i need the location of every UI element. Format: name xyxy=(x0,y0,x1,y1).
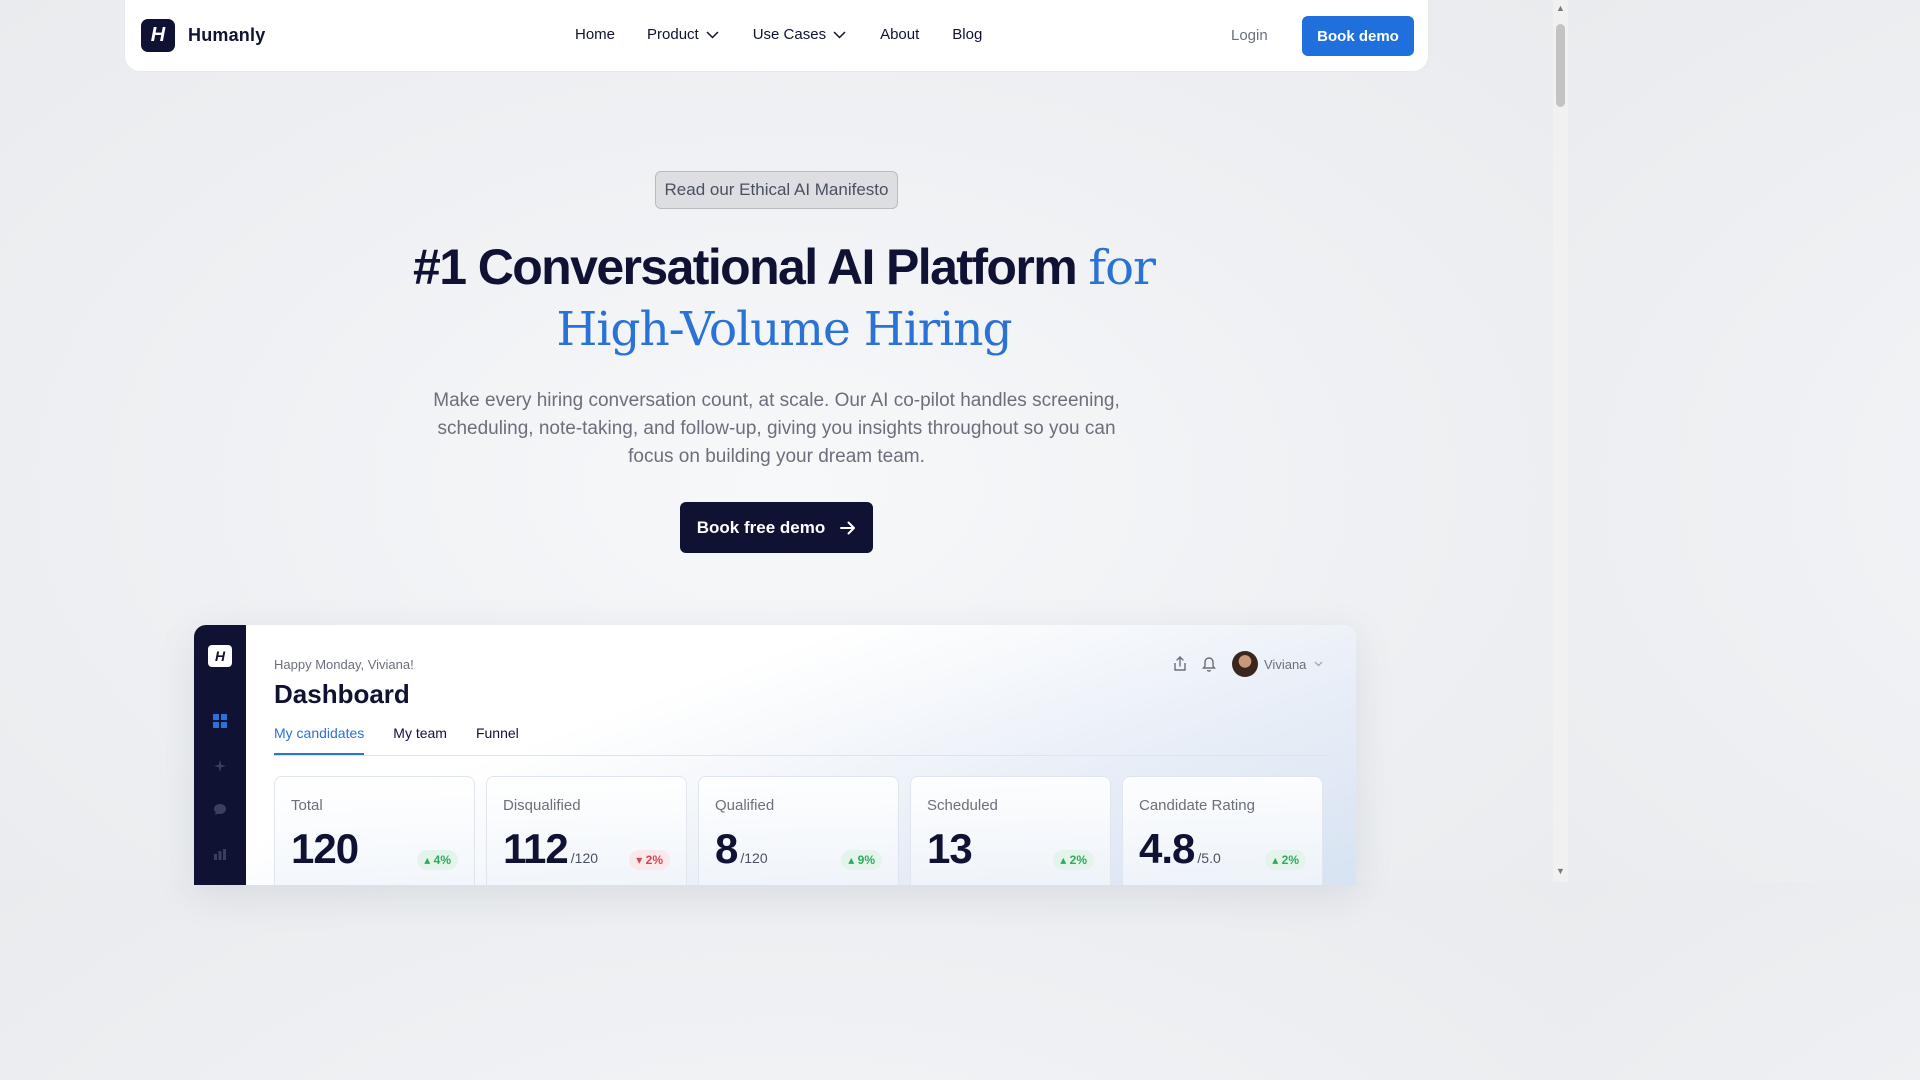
tab-my-team[interactable]: My team xyxy=(393,725,447,755)
stat-delta-badge: ▾ 2% xyxy=(629,850,670,870)
nav-home-link[interactable]: Home xyxy=(575,26,615,43)
stat-card-label: Candidate Rating xyxy=(1139,797,1255,814)
dashboard-tabs: My candidates My team Funnel xyxy=(274,725,548,755)
top-navbar: H Humanly Home Product Use Cases About B… xyxy=(124,0,1429,72)
stat-card-value: 120 xyxy=(291,825,359,872)
hero-headline-line1: #1 Conversational AI Platform for xyxy=(300,238,1268,296)
stat-card-value: 8/120 xyxy=(715,825,768,872)
stat-delta-badge: ▴ 2% xyxy=(1265,850,1306,870)
user-avatar[interactable] xyxy=(1232,651,1258,677)
stat-delta-badge: ▴ 2% xyxy=(1053,850,1094,870)
grid-icon[interactable] xyxy=(212,713,228,729)
scroll-up-arrow-icon[interactable]: ▲ xyxy=(1556,3,1565,13)
page-scrollbar[interactable]: ▲ ▼ xyxy=(1553,0,1568,882)
dashboard-logo-icon: H xyxy=(208,645,232,667)
chat-bubble-icon[interactable] xyxy=(212,802,228,818)
scroll-down-arrow-icon[interactable]: ▼ xyxy=(1556,866,1565,876)
nav-links: Home Product Use Cases About Blog xyxy=(575,26,982,43)
stat-card-value: 112/120 xyxy=(503,825,599,872)
humanly-logo-icon: H xyxy=(141,19,175,52)
bell-icon[interactable] xyxy=(1200,655,1218,673)
dashboard-preview: H Happy Monday, Viviana! Dashboard My ca… xyxy=(194,625,1356,885)
stat-card-qualified: Qualified 8/120 ▴ 9% xyxy=(698,776,899,885)
stat-card-label: Disqualified xyxy=(503,797,581,814)
brand-logo-link[interactable]: H Humanly xyxy=(141,19,265,52)
scrollbar-thumb[interactable] xyxy=(1556,24,1565,107)
stat-delta-badge: ▴ 9% xyxy=(841,850,882,870)
nav-use-cases-dropdown[interactable]: Use Cases xyxy=(753,26,846,43)
brand-name: Humanly xyxy=(188,25,266,45)
tab-my-candidates[interactable]: My candidates xyxy=(274,725,365,755)
stat-card-disqualified: Disqualified 112/120 ▾ 2% xyxy=(486,776,687,885)
bar-chart-icon[interactable] xyxy=(212,846,228,862)
stat-card-value: 4.8/5.0 xyxy=(1139,825,1221,872)
sparkle-icon[interactable] xyxy=(212,758,228,774)
tab-divider xyxy=(274,755,1328,756)
hero-headline-accent: for xyxy=(1088,240,1156,296)
nav-blog-label: Blog xyxy=(952,26,983,43)
dashboard-greeting: Happy Monday, Viviana! xyxy=(274,657,414,672)
cta-label: Book free demo xyxy=(696,517,826,537)
stat-card-candidate-rating: Candidate Rating 4.8/5.0 ▴ 2% xyxy=(1122,776,1323,885)
nav-blog-link[interactable]: Blog xyxy=(952,26,982,43)
chevron-down-icon xyxy=(706,30,719,39)
dashboard-sidebar: H xyxy=(194,625,246,885)
stat-card-label: Qualified xyxy=(715,797,775,814)
hero-headline-line2: High-Volume Hiring xyxy=(556,302,1012,357)
stat-card-total: Total 120 ▴ 4% xyxy=(274,776,475,885)
nav-about-link[interactable]: About xyxy=(880,26,919,43)
stat-cards: Total 120 ▴ 4% Disqualified 112/120 ▾ 2%… xyxy=(274,776,1334,885)
stat-card-label: Scheduled xyxy=(927,797,998,814)
arrow-right-icon xyxy=(840,521,856,534)
share-icon[interactable] xyxy=(1171,655,1189,673)
chevron-down-icon xyxy=(833,30,846,39)
hero-subtext: Make every hiring conversation count, at… xyxy=(433,390,1120,467)
stat-card-scheduled: Scheduled 13 ▴ 2% xyxy=(910,776,1111,885)
stat-card-label: Total xyxy=(291,797,323,814)
ethical-ai-manifesto-button[interactable]: Read our Ethical AI Manifesto xyxy=(655,171,898,209)
dashboard-title: Dashboard xyxy=(274,679,410,709)
tab-funnel[interactable]: Funnel xyxy=(476,725,519,755)
user-name[interactable]: Viviana xyxy=(1264,657,1306,672)
hero-headline-main: #1 Conversational AI Platform xyxy=(413,239,1089,295)
chevron-down-icon[interactable] xyxy=(1314,661,1323,667)
dashboard-user-bar: Viviana xyxy=(1171,651,1323,677)
book-demo-button[interactable]: Book demo xyxy=(1302,16,1414,56)
stat-card-value: 13 xyxy=(927,825,973,872)
book-free-demo-button[interactable]: Book free demo xyxy=(680,502,873,553)
nav-about-label: About xyxy=(880,26,920,43)
login-link[interactable]: Login xyxy=(1231,27,1268,44)
nav-use-cases-label: Use Cases xyxy=(752,26,827,43)
stat-delta-badge: ▴ 4% xyxy=(417,850,458,870)
nav-home-label: Home xyxy=(575,26,616,43)
nav-product-label: Product xyxy=(647,26,699,43)
nav-product-dropdown[interactable]: Product xyxy=(647,26,719,43)
